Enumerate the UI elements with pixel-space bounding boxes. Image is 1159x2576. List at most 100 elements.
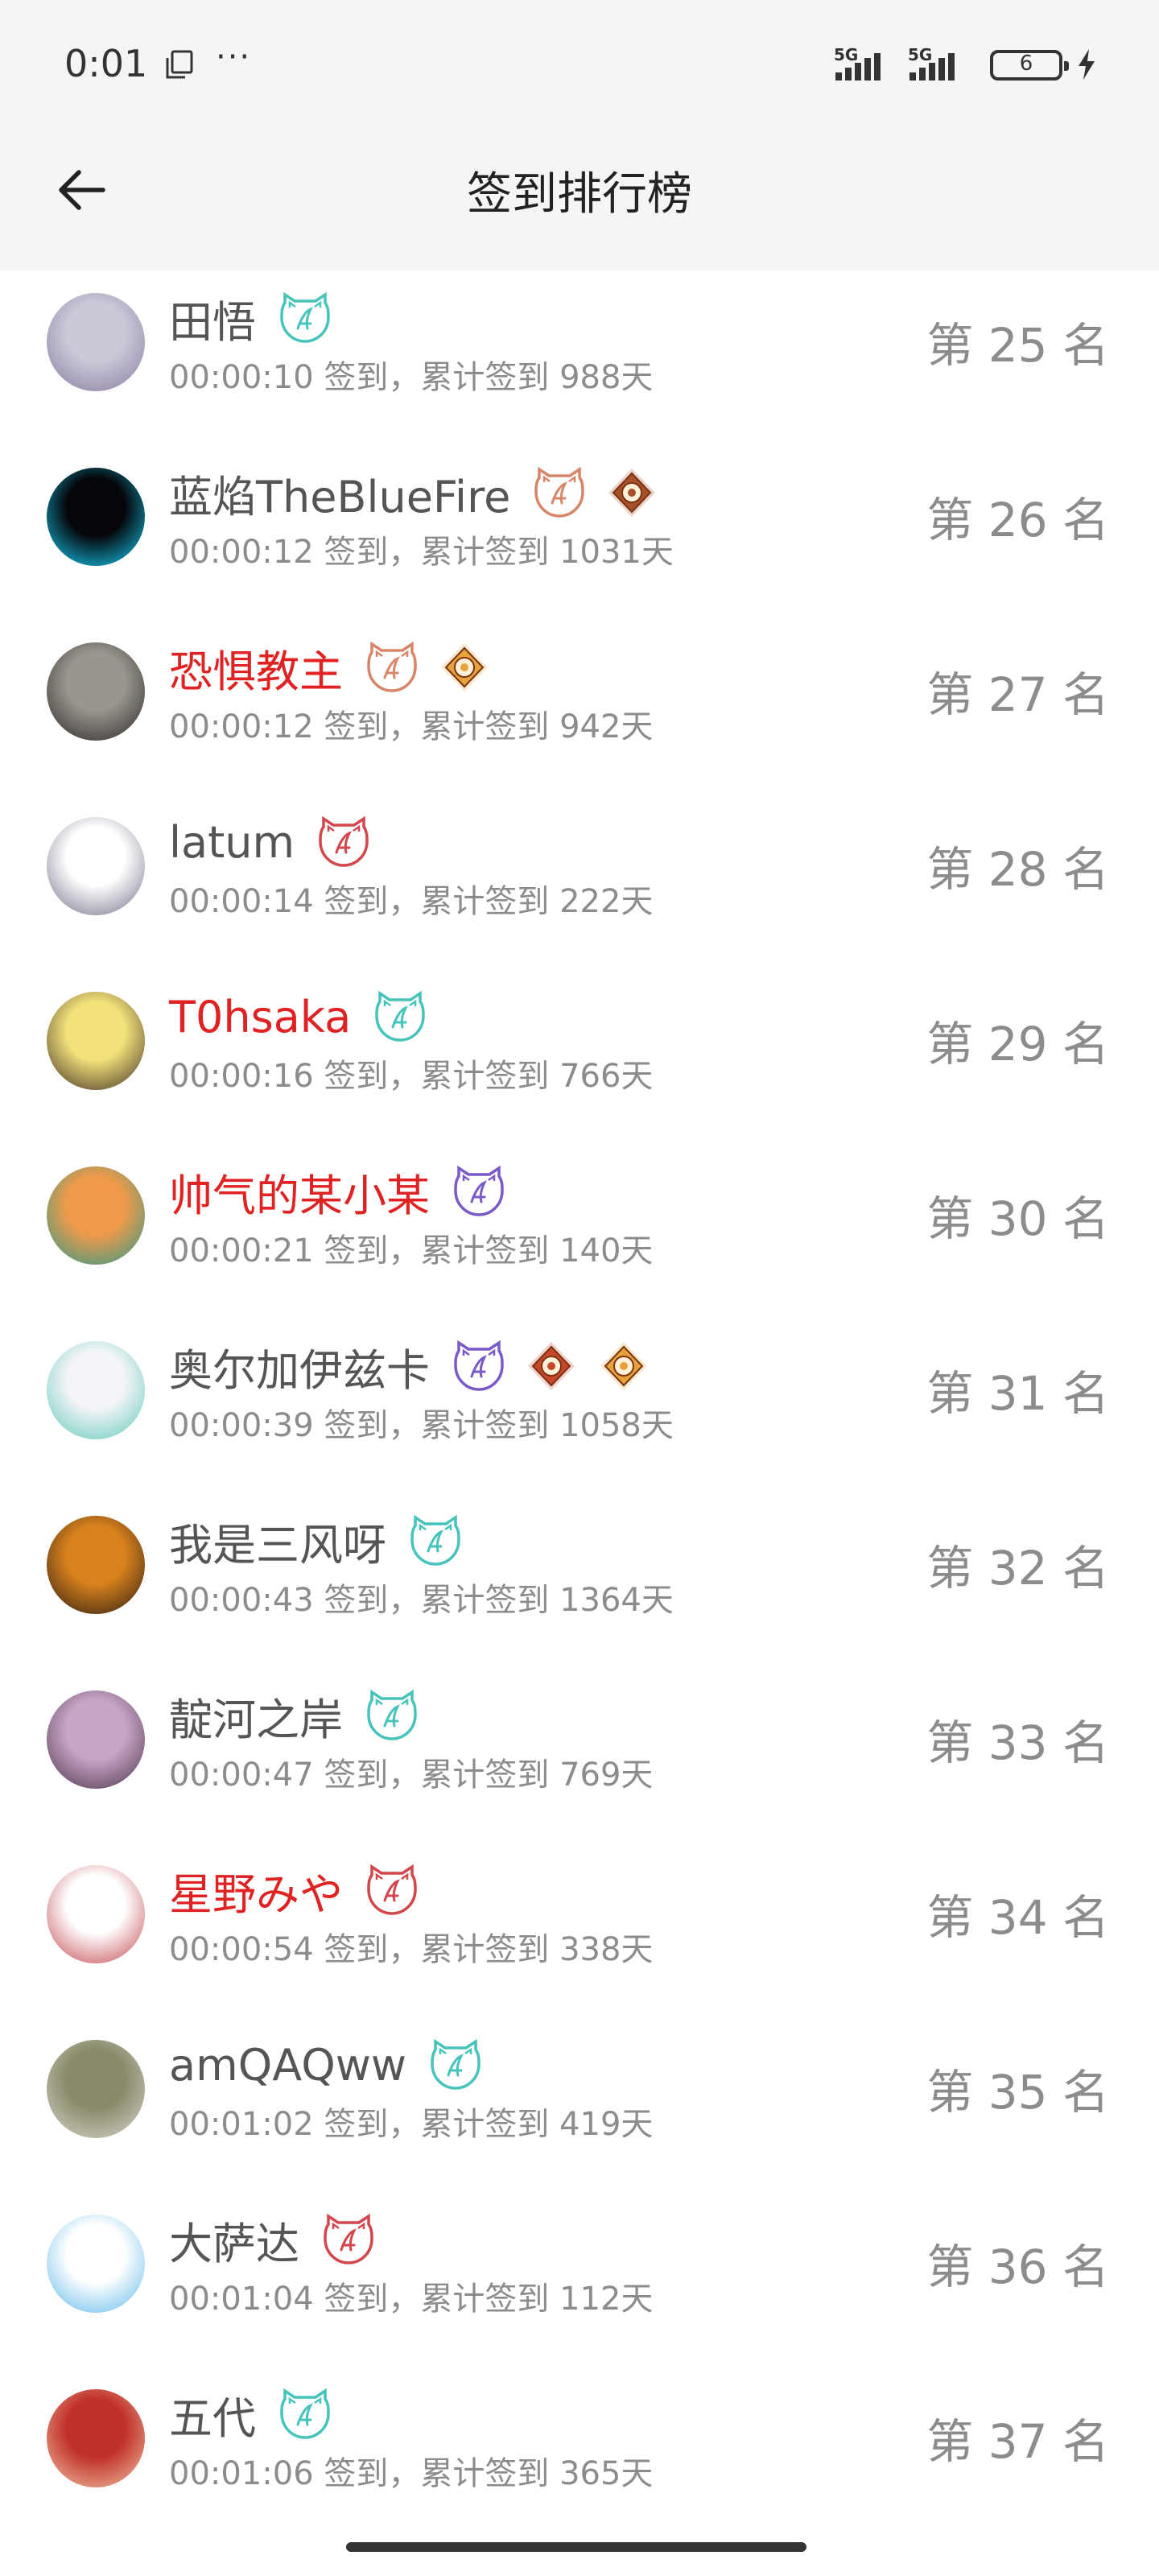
user-name[interactable]: T0hsaka — [169, 992, 351, 1042]
checkin-detail: 00:01:06 签到，累计签到 365天 — [169, 2455, 654, 2492]
avatar[interactable] — [47, 2040, 145, 2138]
ranking-row[interactable]: 奥尔加伊兹卡 00:00:39 签到，累计签到 1058天 第 31 名 — [0, 1319, 1159, 1493]
cat-badge-orange-icon — [534, 466, 585, 518]
user-name[interactable]: 帅气的某小某 — [169, 1160, 430, 1224]
rank-label: 第 26 名 — [926, 493, 1109, 547]
screen-copy-icon — [166, 50, 193, 79]
user-name[interactable]: 星野みや — [169, 1859, 343, 1922]
ranking-list: 田悟 00:00:10 签到，累计签到 988天 第 25 名蓝焰TheBlueFi… — [0, 270, 1159, 2541]
name-line: T0hsaka — [169, 984, 427, 1050]
avatar[interactable] — [47, 1341, 145, 1439]
avatar[interactable] — [47, 468, 145, 566]
status-indicators: 5G 5G 6 — [834, 45, 1099, 85]
user-name[interactable]: 大萨达 — [169, 2208, 299, 2272]
status-time: 0:01 — [64, 42, 148, 85]
avatar[interactable] — [47, 1690, 145, 1789]
avatar[interactable] — [47, 1865, 145, 1963]
page-title: 签到排行榜 — [467, 168, 692, 221]
name-line: 五代 — [169, 2381, 332, 2447]
ranking-row[interactable]: T0hsaka 00:00:16 签到，累计签到 766天 第 29 名 — [0, 969, 1159, 1144]
avatar[interactable] — [47, 992, 145, 1090]
ranking-row[interactable]: 大萨达 00:01:04 签到，累计签到 112天 第 36 名 — [0, 2192, 1159, 2367]
home-indicator[interactable] — [346, 2542, 806, 2552]
user-name[interactable]: 我是三风呀 — [169, 1509, 386, 1573]
name-line: amQAQww — [169, 2032, 482, 2098]
name-line: latum — [169, 809, 370, 875]
ranking-row[interactable]: amQAQww 00:01:02 签到，累计签到 419天 第 35 名 — [0, 2017, 1159, 2192]
name-line: 奥尔加伊兹卡 — [169, 1333, 650, 1399]
checkin-detail: 00:00:39 签到，累计签到 1058天 — [169, 1407, 674, 1444]
checkin-detail: 00:00:54 签到，累计签到 338天 — [169, 1931, 654, 1968]
cat-badge-cyan-icon — [280, 2388, 330, 2439]
avatar[interactable] — [47, 1166, 145, 1265]
avatar[interactable] — [47, 817, 145, 915]
ranking-row[interactable]: 蓝焰TheBlueFire 00:00:12 签到，累计签到 1031天 第 26 … — [0, 445, 1159, 620]
checkin-detail: 00:00:12 签到，累计签到 942天 — [169, 708, 654, 745]
user-name[interactable]: 田悟 — [169, 287, 256, 350]
user-name[interactable]: 蓝焰TheBlueFire — [169, 461, 510, 525]
checkin-detail: 00:00:16 签到，累计签到 766天 — [169, 1058, 654, 1095]
checkin-detail: 00:00:12 签到，累计签到 1031天 — [169, 534, 674, 571]
more-dots: ··· — [216, 39, 252, 76]
cat-badge-cyan-icon — [367, 1689, 417, 1740]
cat-badge-purple-icon — [454, 1340, 504, 1391]
medal-qing-icon — [528, 1342, 575, 1390]
medal-brown-icon — [608, 469, 656, 517]
ranking-row[interactable]: 我是三风呀 00:00:43 签到，累计签到 1364天 第 32 名 — [0, 1493, 1159, 1668]
rank-label: 第 28 名 — [926, 842, 1109, 897]
status-bar: 0:01 ··· 5G 5G 6 — [0, 0, 1159, 134]
avatar[interactable] — [47, 1516, 145, 1614]
rank-label: 第 36 名 — [926, 2240, 1109, 2294]
cat-badge-cyan-icon — [280, 291, 330, 343]
cat-badge-orange-icon — [367, 641, 417, 692]
name-line: 大萨达 — [169, 2207, 375, 2273]
rank-label: 第 31 名 — [926, 1366, 1109, 1421]
avatar[interactable] — [47, 642, 145, 741]
checkin-detail: 00:01:04 签到，累计签到 112天 — [169, 2281, 654, 2318]
cat-badge-red-icon — [319, 815, 369, 867]
name-line: 靛河之岸 — [169, 1682, 419, 1748]
rank-label: 第 34 名 — [926, 1890, 1109, 1945]
rank-label: 第 35 名 — [926, 2065, 1109, 2120]
user-name[interactable]: latum — [169, 817, 295, 868]
checkin-detail: 00:00:10 签到，累计签到 988天 — [169, 359, 654, 396]
medal-gold-icon — [441, 643, 488, 691]
checkin-detail: 00:00:14 签到，累计签到 222天 — [169, 883, 654, 920]
user-name[interactable]: 恐惧教主 — [169, 636, 343, 700]
avatar[interactable] — [47, 2215, 145, 2313]
signal-icon: 5G — [908, 45, 977, 85]
checkin-detail: 00:01:02 签到，累计签到 419天 — [169, 2106, 654, 2143]
name-line: 田悟 — [169, 285, 332, 351]
name-line: 星野みや — [169, 1857, 419, 1923]
cat-badge-cyan-icon — [410, 1514, 460, 1566]
ranking-row[interactable]: 恐惧教主 00:00:12 签到，累计签到 942天 第 27 名 — [0, 620, 1159, 795]
cat-badge-purple-icon — [454, 1165, 504, 1216]
cat-badge-cyan-icon — [431, 2038, 481, 2090]
rank-label: 第 30 名 — [926, 1191, 1109, 1246]
ranking-row[interactable]: 田悟 00:00:10 签到，累计签到 988天 第 25 名 — [0, 270, 1159, 445]
charging-icon — [1079, 49, 1095, 80]
ranking-row[interactable]: 五代 00:01:06 签到，累计签到 365天 第 37 名 — [0, 2367, 1159, 2541]
ranking-row[interactable]: latum 00:00:14 签到，累计签到 222天 第 28 名 — [0, 795, 1159, 969]
avatar[interactable] — [47, 2389, 145, 2487]
user-name[interactable]: 靛河之岸 — [169, 1684, 343, 1748]
avatar[interactable] — [47, 293, 145, 391]
checkin-detail: 00:00:47 签到，累计签到 769天 — [169, 1757, 654, 1794]
ranking-row[interactable]: 星野みや 00:00:54 签到，累计签到 338天 第 34 名 — [0, 1843, 1159, 2017]
ranking-row[interactable]: 靛河之岸 00:00:47 签到，累计签到 769天 第 33 名 — [0, 1668, 1159, 1843]
name-line: 帅气的某小某 — [169, 1158, 505, 1224]
signal-label: 5G — [908, 45, 933, 64]
name-line: 恐惧教主 — [169, 634, 491, 700]
cat-badge-red-icon — [324, 2213, 373, 2264]
user-name[interactable]: 五代 — [169, 2383, 256, 2446]
rank-label: 第 32 名 — [926, 1541, 1109, 1596]
ranking-row[interactable]: 帅气的某小某 00:00:21 签到，累计签到 140天 第 30 名 — [0, 1144, 1159, 1319]
battery-icon: 6 — [990, 50, 1069, 80]
rank-label: 第 37 名 — [926, 2414, 1109, 2469]
user-name[interactable]: 奥尔加伊兹卡 — [169, 1335, 430, 1398]
cat-badge-red-icon — [367, 1864, 417, 1915]
user-name[interactable]: amQAQww — [169, 2040, 406, 2091]
signal-icon: 5G — [834, 45, 903, 85]
cat-badge-cyan-icon — [375, 990, 425, 1042]
rank-label: 第 33 名 — [926, 1715, 1109, 1770]
